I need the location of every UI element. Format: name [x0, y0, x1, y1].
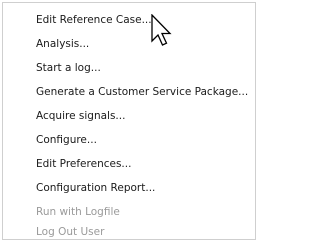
context-menu: Edit Reference Case... Analysis... Start…: [2, 2, 256, 240]
menu-item-acquire-signals[interactable]: Acquire signals...: [36, 106, 125, 126]
menu-item-start-log[interactable]: Start a log...: [36, 58, 101, 78]
menu-item-edit-preferences[interactable]: Edit Preferences...: [36, 154, 131, 174]
menu-item-configure[interactable]: Configure...: [36, 130, 97, 150]
menu-item-analysis[interactable]: Analysis...: [36, 34, 89, 54]
menu-item-edit-reference-case[interactable]: Edit Reference Case...: [36, 10, 152, 30]
menu-item-run-with-logfile: Run with Logfile: [36, 206, 120, 218]
menu-item-configuration-report[interactable]: Configuration Report...: [36, 178, 155, 198]
menu-item-log-out-user: Log Out User: [36, 226, 105, 238]
arrow-pointer-icon: [151, 14, 172, 46]
menu-item-generate-customer-service-package[interactable]: Generate a Customer Service Package...: [36, 82, 248, 102]
